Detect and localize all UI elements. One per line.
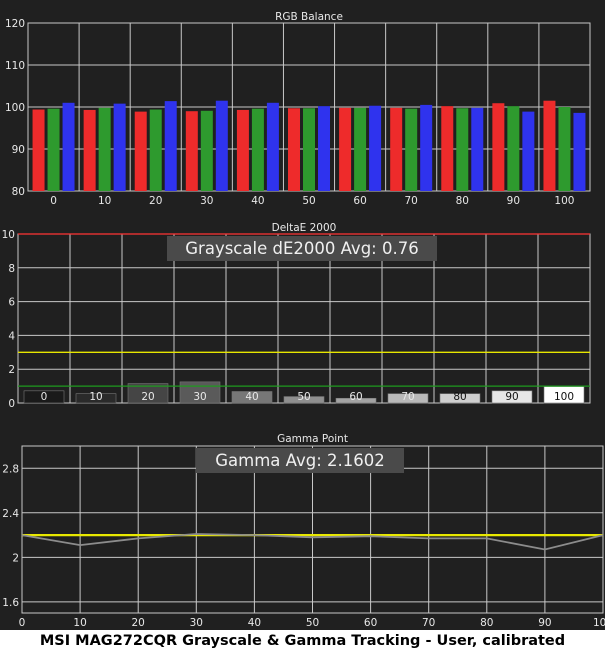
y-tick-label: 6 bbox=[8, 297, 15, 309]
bar-red bbox=[32, 109, 45, 191]
y-tick-label: 8 bbox=[8, 263, 15, 275]
bar-green bbox=[303, 108, 315, 191]
y-tick-label: 0 bbox=[8, 398, 15, 410]
bar-green bbox=[47, 108, 60, 191]
x-tick-label: 80 bbox=[453, 391, 466, 403]
bar-green bbox=[149, 109, 162, 191]
y-tick-label: 110 bbox=[5, 60, 25, 72]
y-tick-label: 10 bbox=[2, 229, 15, 241]
x-tick-label: 80 bbox=[480, 617, 493, 629]
x-tick-label: 90 bbox=[538, 617, 551, 629]
figure-caption: MSI MAG272CQR Grayscale & Gamma Tracking… bbox=[0, 630, 605, 652]
bar-red bbox=[134, 111, 147, 191]
x-tick-label: 30 bbox=[200, 195, 213, 207]
x-tick-label: 50 bbox=[302, 195, 315, 207]
x-tick-label: 10 bbox=[89, 391, 102, 403]
y-tick-label: 1.6 bbox=[2, 597, 19, 609]
x-tick-label: 40 bbox=[248, 617, 261, 629]
x-tick-label: 30 bbox=[193, 391, 206, 403]
bar-green bbox=[98, 107, 111, 191]
charts-svg: RGB Balance80901001101200 10 20 30 40 50 60 70 8… bbox=[0, 0, 605, 630]
bar-green bbox=[405, 108, 418, 191]
bar-blue bbox=[522, 111, 535, 191]
x-tick-label: 40 bbox=[251, 195, 264, 207]
x-tick-label: 100 bbox=[593, 617, 605, 629]
y-tick-label: 2 bbox=[12, 552, 19, 564]
x-tick-label: 100 bbox=[554, 195, 574, 207]
x-tick-label: 0 bbox=[50, 195, 57, 207]
x-tick-label: 100 bbox=[554, 391, 574, 403]
x-tick-label: 80 bbox=[456, 195, 469, 207]
y-tick-label: 2.4 bbox=[2, 508, 19, 520]
bar-green bbox=[200, 110, 213, 191]
bar-red bbox=[492, 103, 505, 191]
x-tick-label: 60 bbox=[364, 617, 377, 629]
x-tick-label: 50 bbox=[306, 617, 319, 629]
x-tick-label: 10 bbox=[73, 617, 86, 629]
x-tick-label: 20 bbox=[149, 195, 162, 207]
x-tick-label: 20 bbox=[132, 617, 145, 629]
x-tick-label: 60 bbox=[353, 195, 366, 207]
bar-red bbox=[543, 100, 556, 191]
x-tick-label: 20 bbox=[141, 391, 154, 403]
bar-blue bbox=[62, 102, 75, 191]
bar-green bbox=[456, 108, 469, 191]
bar-red bbox=[390, 107, 403, 191]
bar-blue bbox=[420, 104, 433, 191]
x-tick-label: 60 bbox=[349, 391, 362, 403]
y-tick-label: 2 bbox=[8, 364, 15, 376]
bar-green bbox=[558, 107, 571, 191]
annotation-text: Grayscale dE2000 Avg: 0.76 bbox=[185, 239, 418, 258]
y-tick-label: 4 bbox=[8, 330, 15, 342]
chart-title: RGB Balance bbox=[275, 11, 343, 23]
x-tick-label: 10 bbox=[98, 195, 111, 207]
bar-blue bbox=[113, 103, 126, 191]
bar-blue bbox=[266, 102, 279, 191]
y-tick-label: 100 bbox=[5, 102, 25, 114]
x-tick-label: 70 bbox=[401, 391, 414, 403]
y-tick-label: 80 bbox=[12, 186, 25, 198]
bar-red bbox=[339, 107, 352, 191]
bar-blue bbox=[318, 106, 330, 191]
y-tick-label: 90 bbox=[12, 144, 25, 156]
bar-red bbox=[185, 111, 198, 191]
x-tick-label: 90 bbox=[507, 195, 520, 207]
x-tick-label: 0 bbox=[19, 617, 26, 629]
x-tick-label: 50 bbox=[297, 391, 310, 403]
chart-title: Gamma Point bbox=[277, 433, 348, 445]
x-tick-label: 70 bbox=[422, 617, 435, 629]
x-tick-label: 0 bbox=[41, 391, 48, 403]
chart-canvas: RGB Balance 80 90 100 110 120 0 10 20 30 40 50 60 70 8… bbox=[0, 0, 605, 630]
x-tick-label: 90 bbox=[505, 391, 518, 403]
bar-red bbox=[83, 109, 96, 191]
bar-red bbox=[236, 109, 249, 191]
x-tick-label: 70 bbox=[404, 195, 417, 207]
bar-green bbox=[251, 108, 264, 191]
bar-blue bbox=[573, 112, 586, 191]
x-tick-label: 30 bbox=[190, 617, 203, 629]
bar-blue bbox=[215, 100, 228, 191]
x-tick-label: 40 bbox=[245, 391, 258, 403]
bar-red bbox=[441, 106, 454, 191]
chart-title: DeltaE 2000 bbox=[272, 222, 337, 234]
y-tick-label: 2.8 bbox=[2, 463, 19, 475]
y-tick-label: 120 bbox=[5, 18, 25, 30]
annotation-text: Gamma Avg: 2.1602 bbox=[215, 451, 385, 470]
bar-blue bbox=[471, 107, 484, 191]
bar-red bbox=[288, 108, 300, 191]
bar-blue bbox=[369, 105, 382, 191]
bar-blue bbox=[164, 101, 177, 191]
bar-green bbox=[354, 107, 367, 191]
bar-green bbox=[507, 106, 520, 191]
